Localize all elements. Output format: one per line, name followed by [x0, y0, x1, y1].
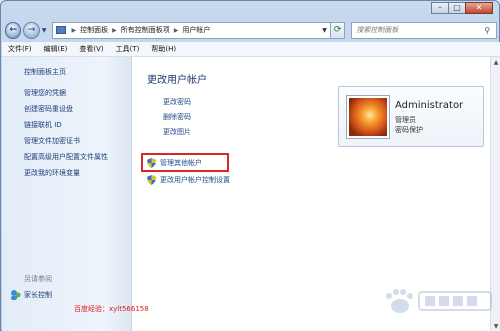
breadcrumb-all-items[interactable]: 所有控制面板项: [121, 25, 170, 35]
manage-other-accounts-link[interactable]: 管理其他帐户: [141, 153, 229, 172]
search-icon[interactable]: ⚲: [484, 26, 490, 35]
sidebar-item-link-online-id[interactable]: 链接联机 ID: [24, 120, 62, 130]
change-uac-settings-link[interactable]: 更改用户帐户控制设置: [147, 175, 230, 185]
menu-edit[interactable]: 编辑(E): [44, 44, 68, 54]
control-panel-window: – □ ✕ ← → ▼ ▶ 控制面板 ▶ 所有控制面板项 ▶ 用户帐户 ▼ ⟳ …: [0, 0, 500, 331]
search-input[interactable]: [356, 26, 485, 34]
maximize-button[interactable]: □: [448, 2, 466, 14]
scroll-up-icon[interactable]: ▲: [491, 57, 500, 67]
sidebar-item-environment-variables[interactable]: 更改我的环境变量: [24, 168, 80, 178]
forward-button[interactable]: →: [23, 21, 40, 39]
address-dropdown-icon[interactable]: ▼: [322, 27, 327, 34]
search-box[interactable]: ⚲: [351, 21, 497, 39]
breadcrumb-user-accounts[interactable]: 用户帐户: [182, 25, 210, 35]
menu-tools[interactable]: 工具(T): [116, 44, 140, 54]
change-password-link[interactable]: 更改密码: [163, 97, 191, 107]
account-name: Administrator: [395, 100, 464, 111]
change-uac-settings-label: 更改用户帐户控制设置: [160, 176, 230, 184]
menu-bar: 文件(F) 编辑(E) 查看(V) 工具(T) 帮助(H): [2, 42, 500, 57]
family-safety-label: 家长控制: [24, 290, 52, 299]
control-panel-icon: [55, 26, 66, 34]
back-button[interactable]: ←: [5, 21, 22, 39]
caption-buttons: – □ ✕: [431, 2, 493, 14]
sidebar-item-advanced-profile[interactable]: 配置高级用户配置文件属性: [24, 152, 108, 162]
menu-file[interactable]: 文件(F): [8, 44, 32, 54]
watermark-text: 百度经验：xylt566158: [74, 305, 149, 313]
account-role: 管理员: [395, 116, 416, 124]
sidebar-item-password-reset-disk[interactable]: 创建密码重设盘: [24, 104, 73, 114]
baidu-jingyan-watermark-logo: [386, 289, 492, 313]
navigation-row: ← → ▼ ▶ 控制面板 ▶ 所有控制面板项 ▶ 用户帐户 ▼ ⟳ ⚲: [5, 19, 497, 41]
address-bar[interactable]: ▶ 控制面板 ▶ 所有控制面板项 ▶ 用户帐户 ▼: [51, 21, 331, 39]
breadcrumb-separator-icon[interactable]: ▶: [174, 27, 179, 34]
account-password-status: 密码保护: [395, 126, 423, 134]
menu-help[interactable]: 帮助(H): [151, 44, 176, 54]
page-title: 更改用户帐户: [147, 75, 207, 86]
uac-shield-icon: [147, 157, 156, 168]
see-also-heading: 另请参阅: [24, 275, 52, 283]
minimize-button[interactable]: –: [431, 2, 449, 14]
sidebar-item-file-encryption[interactable]: 管理文件加密证书: [24, 136, 80, 146]
remove-password-link[interactable]: 删除密码: [163, 112, 191, 122]
change-picture-link[interactable]: 更改图片: [163, 127, 191, 137]
close-button[interactable]: ✕: [465, 2, 493, 14]
breadcrumb-separator-icon[interactable]: ▶: [72, 27, 77, 34]
recent-pages-dropdown-icon[interactable]: ▼: [42, 27, 47, 34]
sidebar-item-manage-credentials[interactable]: 管理您的凭据: [24, 88, 66, 98]
sidebar-control-panel-home[interactable]: 控制面板主页: [24, 67, 66, 77]
breadcrumb-control-panel[interactable]: 控制面板: [80, 25, 108, 35]
menu-view[interactable]: 查看(V): [79, 44, 103, 54]
family-safety-link[interactable]: 家长控制: [10, 289, 52, 300]
refresh-button[interactable]: ⟳: [329, 21, 346, 39]
uac-shield-icon: [147, 175, 156, 185]
refresh-icon: ⟳: [333, 25, 342, 35]
family-safety-icon: [11, 290, 21, 300]
manage-other-accounts-label: 管理其他帐户: [160, 158, 202, 167]
task-sidebar: 控制面板主页 管理您的凭据 创建密码重设盘 链接联机 ID 管理文件加密证书 配…: [2, 57, 132, 331]
breadcrumb-separator-icon[interactable]: ▶: [112, 27, 117, 34]
avatar: [346, 95, 390, 139]
account-card: Administrator 管理员 密码保护: [338, 86, 484, 147]
scroll-down-icon[interactable]: ▼: [491, 321, 500, 331]
